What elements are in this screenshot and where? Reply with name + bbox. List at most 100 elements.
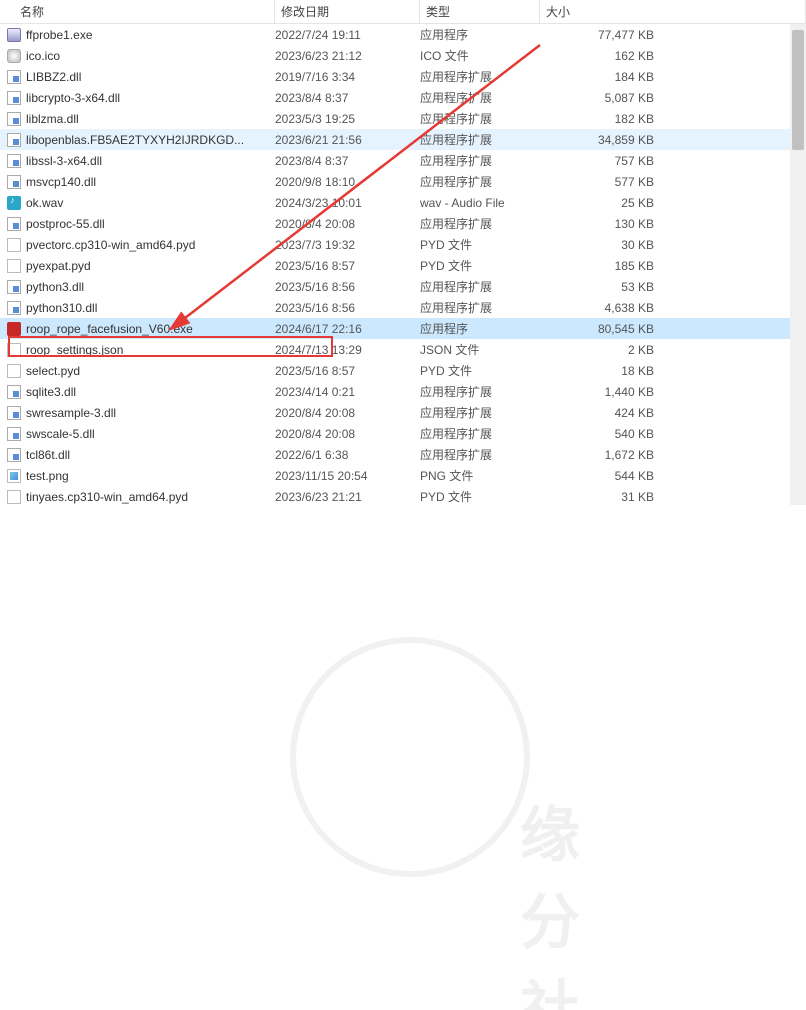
file-date: 2023/7/3 19:32 (275, 238, 420, 252)
vertical-scrollbar[interactable] (790, 24, 806, 505)
file-type: 应用程序扩展 (420, 131, 540, 148)
file-row[interactable]: pyexpat.pyd2023/5/16 8:57PYD 文件185 KB (0, 255, 806, 276)
file-row[interactable]: roop_settings.json2024/7/13 13:29JSON 文件… (0, 339, 806, 360)
file-row[interactable]: libssl-3-x64.dll2023/8/4 8:37应用程序扩展757 K… (0, 150, 806, 171)
dll-icon (6, 153, 22, 169)
file-size: 1,672 KB (540, 448, 660, 462)
file-row[interactable]: test.png2023/11/15 20:54PNG 文件544 KB (0, 465, 806, 486)
dll-icon (6, 216, 22, 232)
file-row[interactable]: python3.dll2023/5/16 8:56应用程序扩展53 KB (0, 276, 806, 297)
file-row[interactable]: roop_rope_facefusion_V60.exe2024/6/17 22… (0, 318, 806, 339)
file-name: roop_rope_facefusion_V60.exe (26, 322, 275, 336)
file-size: 5,087 KB (540, 91, 660, 105)
file-size: 53 KB (540, 280, 660, 294)
file-row[interactable]: sqlite3.dll2023/4/14 0:21应用程序扩展1,440 KB (0, 381, 806, 402)
file-row[interactable]: ico.ico2023/6/23 21:12ICO 文件162 KB (0, 45, 806, 66)
file-row[interactable]: select.pyd2023/5/16 8:57PYD 文件18 KB (0, 360, 806, 381)
json-icon (6, 342, 22, 358)
file-type: 应用程序扩展 (420, 89, 540, 106)
dll-icon (6, 405, 22, 421)
file-date: 2023/5/16 8:57 (275, 364, 420, 378)
file-type: 应用程序扩展 (420, 278, 540, 295)
file-row[interactable]: msvcp140.dll2020/9/8 18:10应用程序扩展577 KB (0, 171, 806, 192)
file-size: 130 KB (540, 217, 660, 231)
file-type: PYD 文件 (420, 257, 540, 274)
file-date: 2023/5/16 8:56 (275, 301, 420, 315)
file-date: 2024/3/23 10:01 (275, 196, 420, 210)
pyd-icon (6, 258, 22, 274)
dll-icon (6, 174, 22, 190)
file-size: 4,638 KB (540, 301, 660, 315)
file-row[interactable]: tcl86t.dll2022/6/1 6:38应用程序扩展1,672 KB (0, 444, 806, 465)
file-name: python310.dll (26, 301, 275, 315)
file-size: 1,440 KB (540, 385, 660, 399)
ico-icon (6, 48, 22, 64)
file-row[interactable]: python310.dll2023/5/16 8:56应用程序扩展4,638 K… (0, 297, 806, 318)
file-size: 540 KB (540, 427, 660, 441)
column-header-date[interactable]: 修改日期 (275, 0, 420, 23)
app-red-icon (6, 321, 22, 337)
file-name: swscale-5.dll (26, 427, 275, 441)
dll-icon (6, 447, 22, 463)
file-type: 应用程序扩展 (420, 425, 540, 442)
column-header: 名称 修改日期 类型 大小 (0, 0, 806, 24)
file-date: 2023/6/23 21:12 (275, 49, 420, 63)
file-type: 应用程序扩展 (420, 404, 540, 421)
dll-icon (6, 90, 22, 106)
dll-icon (6, 279, 22, 295)
file-date: 2019/7/16 3:34 (275, 70, 420, 84)
file-name: LIBBZ2.dll (26, 70, 275, 84)
file-size: 2 KB (540, 343, 660, 357)
file-date: 2024/7/13 13:29 (275, 343, 420, 357)
file-name: libssl-3-x64.dll (26, 154, 275, 168)
file-name: tinyaes.cp310-win_amd64.pyd (26, 490, 275, 504)
file-name: ok.wav (26, 196, 275, 210)
file-size: 757 KB (540, 154, 660, 168)
file-name: ico.ico (26, 49, 275, 63)
file-list: ffprobe1.exe2022/7/24 19:11应用程序77,477 KB… (0, 24, 806, 507)
file-row[interactable]: libopenblas.FB5AE2TYXYH2IJRDKGD...2023/6… (0, 129, 806, 150)
file-date: 2023/11/15 20:54 (275, 469, 420, 483)
file-name: test.png (26, 469, 275, 483)
file-size: 424 KB (540, 406, 660, 420)
file-row[interactable]: ok.wav2024/3/23 10:01wav - Audio File25 … (0, 192, 806, 213)
dll-icon (6, 384, 22, 400)
file-row[interactable]: postproc-55.dll2020/8/4 20:08应用程序扩展130 K… (0, 213, 806, 234)
file-type: ICO 文件 (420, 47, 540, 64)
column-header-size[interactable]: 大小 (540, 0, 806, 23)
pyd-icon (6, 363, 22, 379)
file-type: 应用程序扩展 (420, 446, 540, 463)
file-size: 34,859 KB (540, 133, 660, 147)
file-name: pyexpat.pyd (26, 259, 275, 273)
file-date: 2020/8/4 20:08 (275, 217, 420, 231)
file-row[interactable]: LIBBZ2.dll2019/7/16 3:34应用程序扩展184 KB (0, 66, 806, 87)
file-size: 30 KB (540, 238, 660, 252)
file-type: 应用程序扩展 (420, 173, 540, 190)
file-name: libcrypto-3-x64.dll (26, 91, 275, 105)
file-row[interactable]: pvectorc.cp310-win_amd64.pyd2023/7/3 19:… (0, 234, 806, 255)
file-date: 2023/8/4 8:37 (275, 154, 420, 168)
scrollbar-thumb[interactable] (792, 30, 804, 150)
file-date: 2023/8/4 8:37 (275, 91, 420, 105)
file-type: 应用程序扩展 (420, 110, 540, 127)
file-name: libopenblas.FB5AE2TYXYH2IJRDKGD... (26, 133, 275, 147)
file-type: PYD 文件 (420, 362, 540, 379)
column-header-type[interactable]: 类型 (420, 0, 540, 23)
file-row[interactable]: swresample-3.dll2020/8/4 20:08应用程序扩展424 … (0, 402, 806, 423)
file-row[interactable]: liblzma.dll2023/5/3 19:25应用程序扩展182 KB (0, 108, 806, 129)
file-row[interactable]: ffprobe1.exe2022/7/24 19:11应用程序77,477 KB (0, 24, 806, 45)
file-type: 应用程序 (420, 26, 540, 43)
file-type: 应用程序扩展 (420, 215, 540, 232)
file-row[interactable]: swscale-5.dll2020/8/4 20:08应用程序扩展540 KB (0, 423, 806, 444)
file-size: 77,477 KB (540, 28, 660, 42)
file-size: 25 KB (540, 196, 660, 210)
file-name: msvcp140.dll (26, 175, 275, 189)
file-name: pvectorc.cp310-win_amd64.pyd (26, 238, 275, 252)
column-header-name[interactable]: 名称 (0, 0, 275, 23)
file-row[interactable]: libcrypto-3-x64.dll2023/8/4 8:37应用程序扩展5,… (0, 87, 806, 108)
file-row[interactable]: tinyaes.cp310-win_amd64.pyd2023/6/23 21:… (0, 486, 806, 507)
file-type: PYD 文件 (420, 236, 540, 253)
file-name: ffprobe1.exe (26, 28, 275, 42)
file-type: 应用程序扩展 (420, 152, 540, 169)
file-size: 31 KB (540, 490, 660, 504)
